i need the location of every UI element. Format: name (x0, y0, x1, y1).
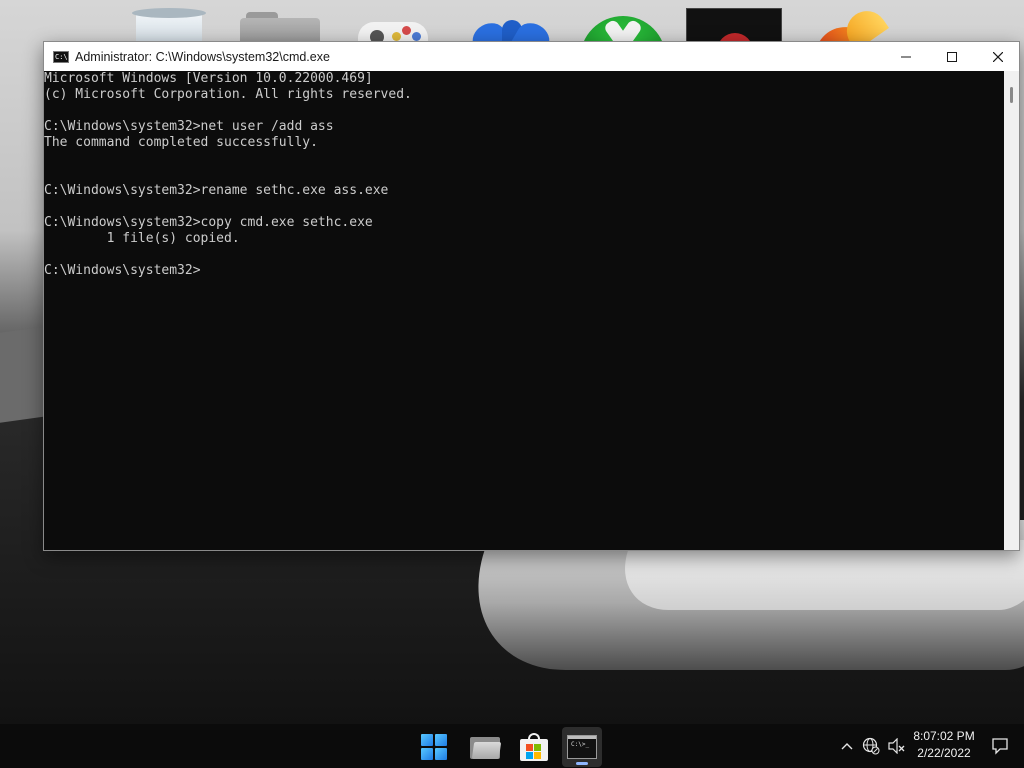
volume-button[interactable] (884, 724, 908, 768)
speaker-muted-icon (888, 738, 905, 754)
taskbar: C:\>_ 8:07:02 PM 2/22/2022 (0, 724, 1024, 768)
console-prompt: C:\Windows\system32> (44, 263, 201, 278)
network-button[interactable] (860, 724, 882, 768)
microsoft-store-icon (520, 733, 548, 761)
show-hidden-icons-button[interactable] (836, 724, 858, 768)
windows-start-icon (421, 734, 447, 760)
close-icon (993, 51, 1003, 62)
maximize-icon (947, 51, 957, 62)
clock-time: 8:07:02 PM (913, 729, 975, 743)
file-explorer-icon (470, 735, 502, 759)
cmd-app-icon[interactable] (53, 50, 69, 63)
console-line: C:\Windows\system32>rename sethc.exe ass… (44, 183, 389, 198)
console-line: 1 file(s) copied. (44, 231, 240, 246)
globe-icon (862, 737, 880, 755)
notifications-button[interactable] (988, 724, 1012, 768)
maximize-button[interactable] (929, 42, 975, 71)
clock[interactable]: 8:07:02 PM 2/22/2022 (908, 728, 980, 764)
console-line: Microsoft Windows [Version 10.0.22000.46… (44, 71, 373, 86)
active-app-indicator (576, 762, 588, 765)
start-button[interactable] (414, 727, 454, 767)
scrollbar-thumb[interactable] (1010, 87, 1013, 103)
console-line: C:\Windows\system32>copy cmd.exe sethc.e… (44, 215, 373, 230)
cmd-window[interactable]: Administrator: C:\Windows\system32\cmd.e… (43, 41, 1020, 551)
console-output[interactable]: Microsoft Windows [Version 10.0.22000.46… (44, 71, 1004, 550)
command-prompt-icon: C:\>_ (567, 735, 597, 759)
file-explorer-button[interactable] (465, 727, 505, 767)
title-bar[interactable]: Administrator: C:\Windows\system32\cmd.e… (44, 42, 1019, 71)
notification-icon (992, 738, 1008, 755)
console-line: C:\Windows\system32>net user /add ass (44, 119, 334, 134)
chevron-up-icon (841, 743, 853, 750)
clock-date: 2/22/2022 (917, 746, 971, 760)
window-title: Administrator: C:\Windows\system32\cmd.e… (75, 49, 330, 64)
minimize-button[interactable] (883, 42, 929, 71)
vertical-scrollbar[interactable] (1004, 71, 1019, 550)
microsoft-store-button[interactable] (514, 727, 554, 767)
console-line: The command completed successfully. (44, 135, 318, 150)
console-line: (c) Microsoft Corporation. All rights re… (44, 87, 412, 102)
cmd-glyph-text: C:\>_ (571, 741, 590, 748)
command-prompt-button[interactable]: C:\>_ (562, 727, 602, 767)
close-button[interactable] (975, 42, 1021, 71)
minimize-icon (901, 56, 911, 57)
